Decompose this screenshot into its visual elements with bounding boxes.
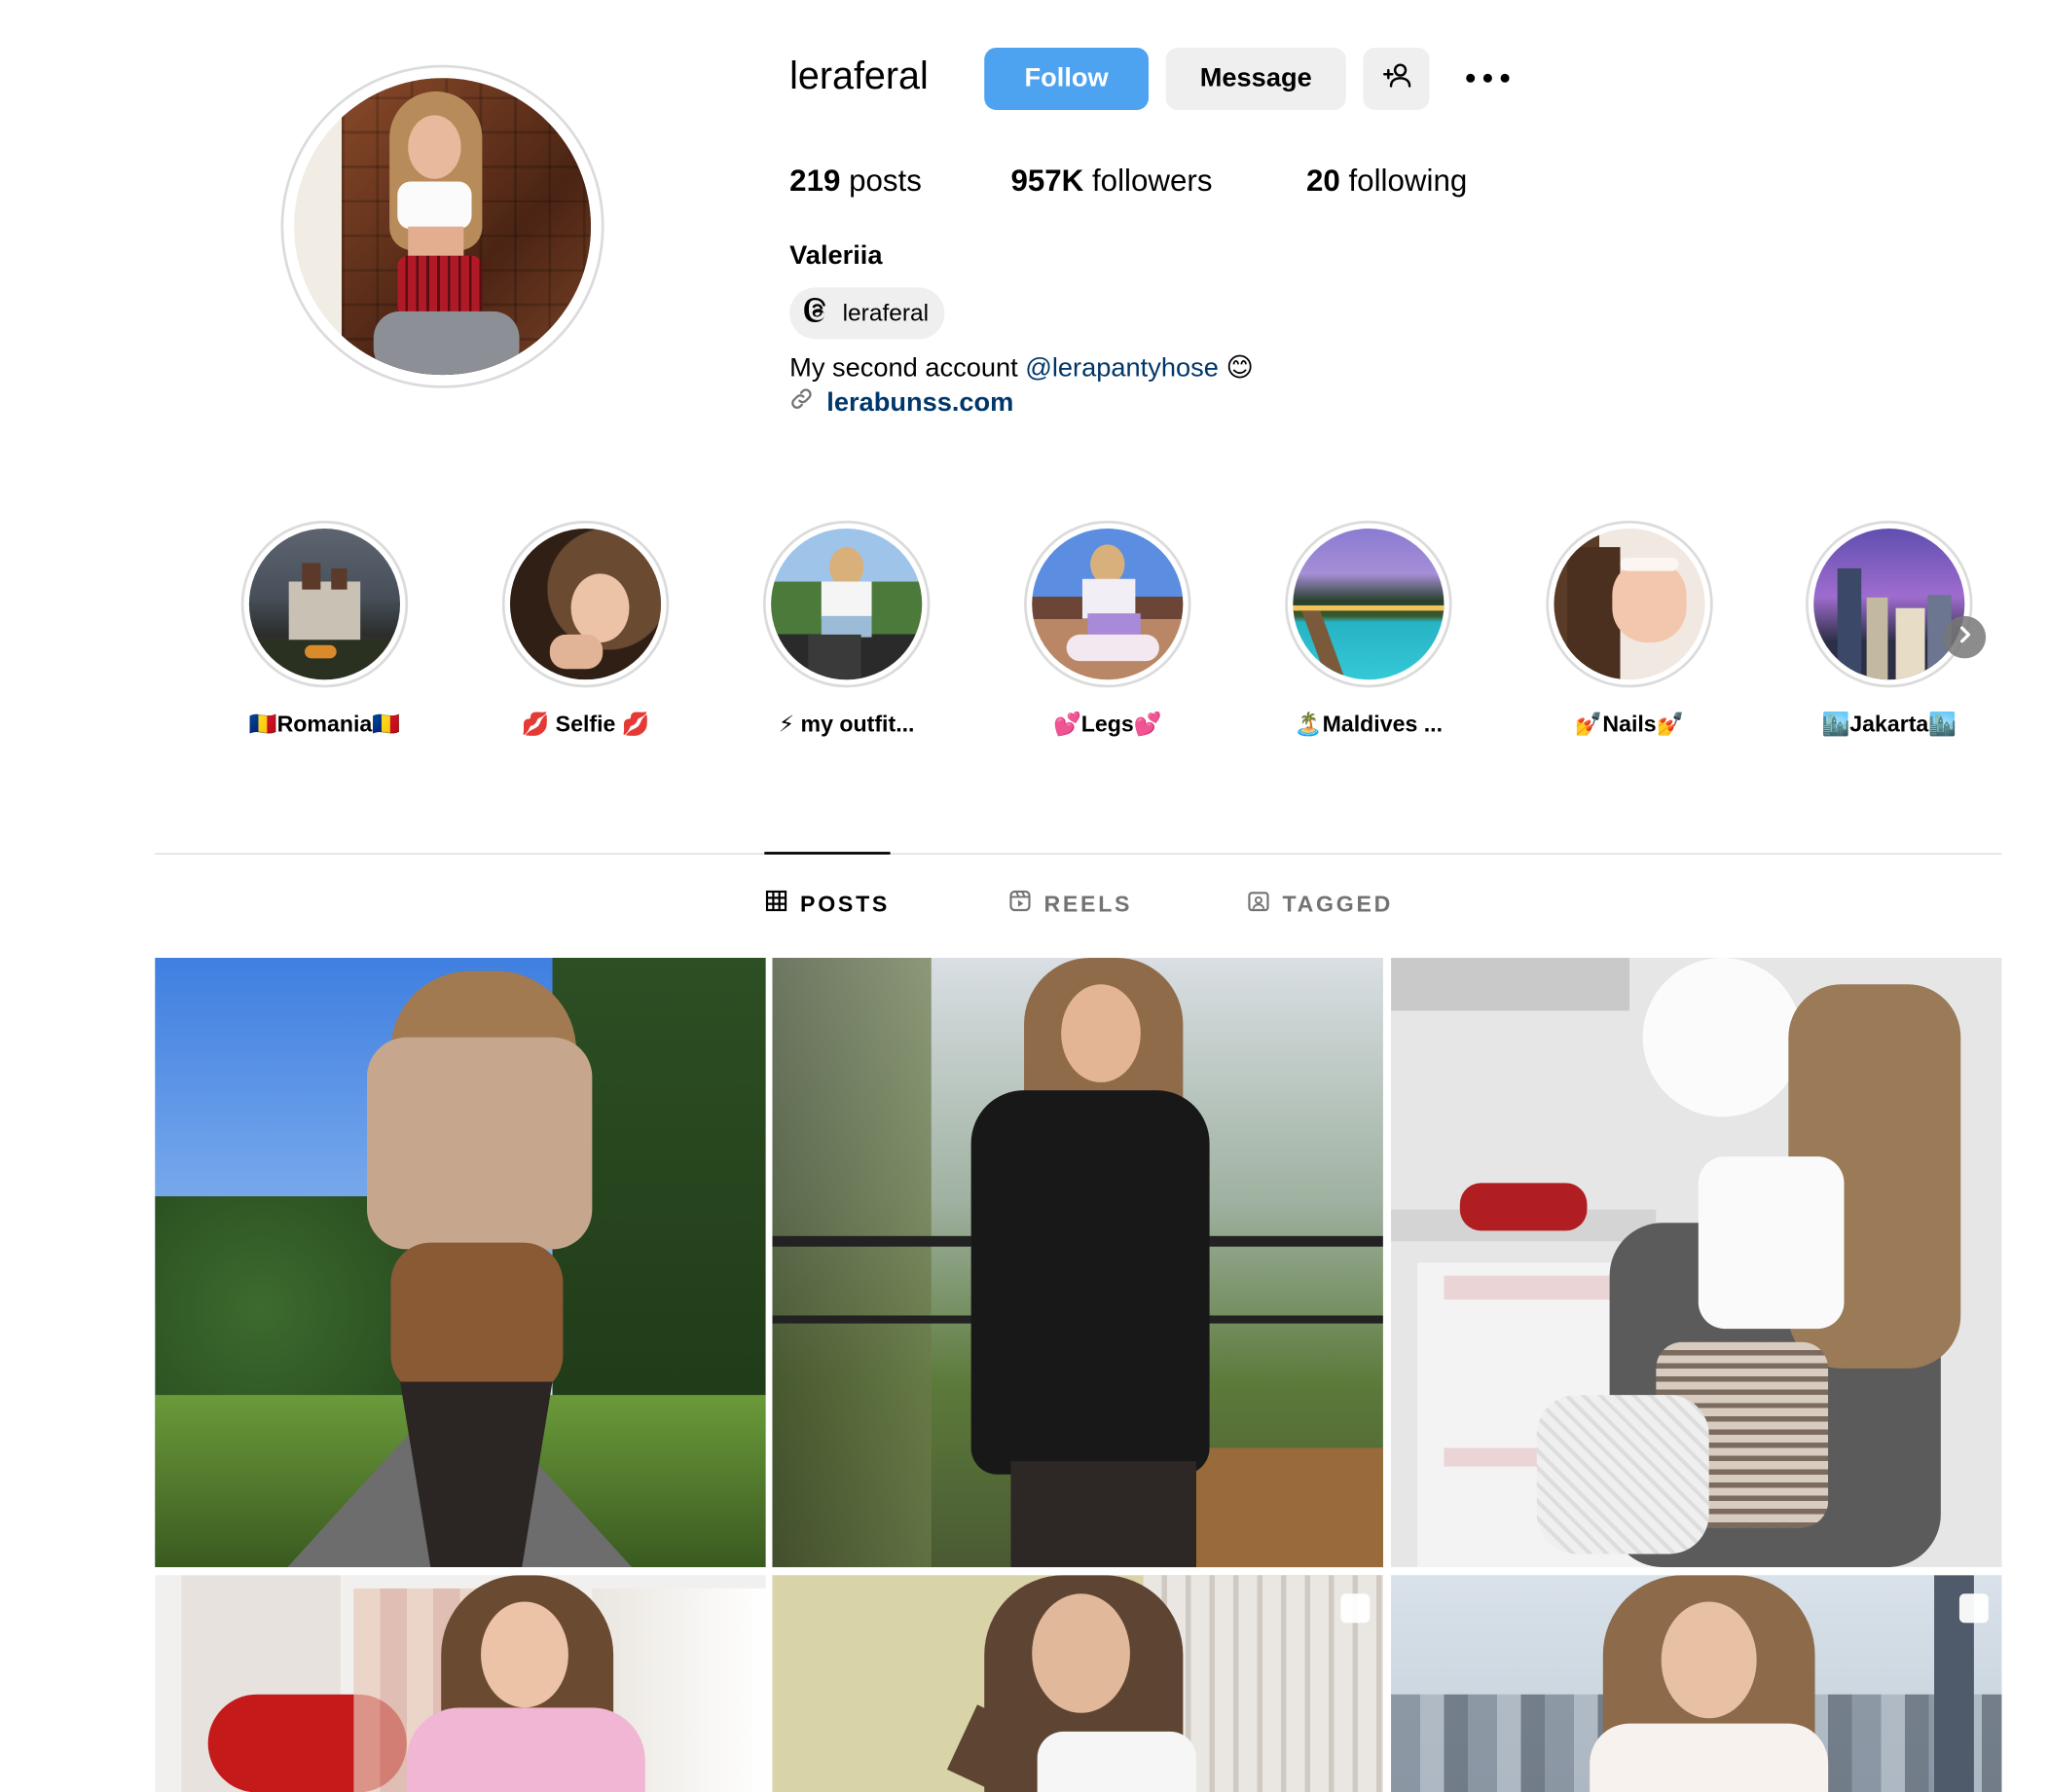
highlight-label: 💕Legs💕 xyxy=(1052,711,1162,737)
add-person-icon xyxy=(1380,61,1412,95)
profile-avatar[interactable] xyxy=(280,64,604,388)
tab-posts-label: POSTS xyxy=(800,891,891,917)
highlight-cover xyxy=(1554,529,1705,680)
highlight-label: 💋 Selfie 💋 xyxy=(521,711,650,737)
more-options-button[interactable] xyxy=(1458,58,1517,98)
highlight-label: 🇷🇴Romania🇷🇴 xyxy=(248,711,401,737)
message-button[interactable]: Message xyxy=(1165,47,1346,110)
tagged-icon xyxy=(1248,891,1269,919)
bio-mention-link[interactable]: @lerapantyhose xyxy=(1025,353,1219,383)
highlight-cover xyxy=(1813,529,1965,680)
profile-full-name: Valeriia xyxy=(789,240,883,271)
carousel-badge-icon xyxy=(1958,1593,1989,1624)
highlight-my-outfit[interactable]: ⚡ my outfit... xyxy=(741,520,953,738)
suggest-users-button[interactable] xyxy=(1363,47,1430,110)
more-horizontal-icon xyxy=(1465,66,1510,90)
avatar-photo xyxy=(294,78,592,376)
posts-count: 219 posts xyxy=(789,163,922,198)
highlight-maldives[interactable]: 🏝️Maldives ... xyxy=(1262,520,1475,738)
highlight-label: 💅Nails💅 xyxy=(1574,711,1685,737)
tab-reels-label: REELS xyxy=(1043,891,1133,917)
tab-tagged[interactable]: TAGGED xyxy=(1248,891,1393,919)
tab-tagged-label: TAGGED xyxy=(1282,891,1394,917)
chevron-right-icon xyxy=(1956,625,1974,650)
highlight-cover xyxy=(509,529,662,680)
highlight-legs[interactable]: 💕Legs💕 xyxy=(1002,520,1214,738)
post-thumbnail[interactable] xyxy=(1391,958,2002,1568)
highlight-cover xyxy=(771,529,923,680)
profile-page: leraferal Follow Message 219 posts 957K … xyxy=(0,0,2048,1792)
threads-icon xyxy=(803,296,832,332)
tab-posts[interactable]: POSTS xyxy=(765,890,891,919)
post-thumbnail[interactable] xyxy=(772,958,1383,1568)
tab-reels[interactable]: REELS xyxy=(1009,890,1133,919)
highlights-next-button[interactable] xyxy=(1943,615,1987,659)
link-icon xyxy=(789,386,813,419)
reels-icon xyxy=(1009,890,1031,919)
highlight-cover xyxy=(1032,529,1184,680)
post-thumbnail[interactable] xyxy=(1391,1575,2002,1792)
highlight-label: 🏙️Jakarta🏙️ xyxy=(1821,711,1957,737)
highlight-cover xyxy=(248,529,401,680)
profile-bio: My second account @lerapantyhose 😊 xyxy=(789,353,1254,384)
post-thumbnail[interactable] xyxy=(155,958,766,1568)
smile-emoji: 😊 xyxy=(1225,353,1254,384)
carousel-badge-icon xyxy=(1340,1593,1371,1624)
grid-icon xyxy=(765,890,787,919)
post-thumbnail[interactable] xyxy=(155,1575,766,1792)
threads-badge[interactable]: leraferal xyxy=(789,287,945,340)
follow-button[interactable]: Follow xyxy=(984,47,1149,110)
highlight-label: 🏝️Maldives ... xyxy=(1294,711,1444,737)
threads-username: leraferal xyxy=(842,299,930,326)
highlight-selfie[interactable]: 💋 Selfie 💋 xyxy=(480,520,692,738)
website-url: lerabunss.com xyxy=(826,387,1014,418)
followers-count[interactable]: 957K followers xyxy=(1010,163,1212,199)
profile-username: leraferal xyxy=(789,55,929,98)
highlight-nails[interactable]: 💅Nails💅 xyxy=(1523,520,1736,738)
tabs-divider xyxy=(155,853,2002,855)
highlight-label: ⚡ my outfit... xyxy=(778,711,915,737)
profile-website-link[interactable]: lerabunss.com xyxy=(789,386,1013,419)
following-count[interactable]: 20 following xyxy=(1306,163,1467,199)
post-thumbnail[interactable] xyxy=(772,1575,1383,1792)
highlight-romania[interactable]: 🇷🇴Romania🇷🇴 xyxy=(219,520,431,738)
highlight-cover xyxy=(1293,529,1445,680)
active-tab-indicator xyxy=(764,852,891,855)
